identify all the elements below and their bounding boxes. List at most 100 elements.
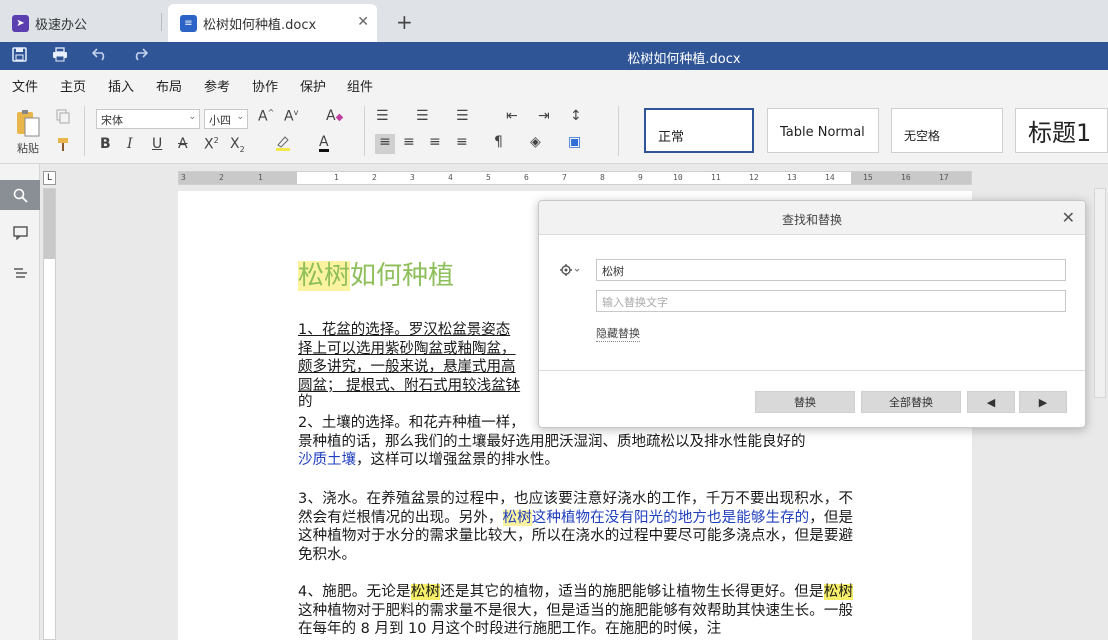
search-match: 松树: [410, 584, 441, 600]
menu-insert[interactable]: 插入: [108, 76, 134, 95]
previous-match-button[interactable]: ◀: [967, 391, 1015, 413]
left-sidebar: [0, 164, 40, 640]
tab-home[interactable]: ➤ 极速办公: [0, 4, 160, 42]
align-left-icon[interactable]: ≡: [375, 134, 395, 154]
chevron-down-icon: ⌄: [236, 112, 244, 122]
italic-icon[interactable]: I: [127, 136, 133, 152]
chevron-down-icon: ⌄: [188, 112, 196, 122]
paragraph-2-text: 景种植的话，那么我们的土壤最好选用肥沃湿润、质地疏松以及排水性能良好的: [298, 433, 806, 450]
dialog-divider: [539, 370, 1085, 371]
copy-icon[interactable]: [55, 108, 71, 128]
strikethrough-icon[interactable]: A: [178, 136, 188, 152]
style-table-normal[interactable]: Table Normal: [767, 108, 879, 153]
shading-icon[interactable]: ◈: [530, 134, 541, 150]
format-painter-icon[interactable]: [55, 136, 71, 156]
highlight-color-icon[interactable]: [274, 134, 294, 156]
font-color-icon[interactable]: A: [319, 134, 329, 152]
vertical-ruler[interactable]: [43, 188, 56, 640]
tab-close-icon[interactable]: ✕: [357, 14, 369, 30]
bullet-list-icon[interactable]: ☰: [376, 108, 389, 124]
heading-rest: 如何种植: [350, 261, 455, 291]
align-center-icon[interactable]: ≡: [403, 134, 415, 150]
next-match-button[interactable]: ▶: [1019, 391, 1067, 413]
ribbon-separator: [84, 106, 85, 156]
add-tab-icon[interactable]: +: [396, 10, 413, 34]
ruler-tick: 11: [711, 173, 721, 182]
paragraph-2-link: 沙质土壤: [298, 452, 356, 468]
ruler-tick: 6: [524, 173, 529, 182]
increase-indent-icon[interactable]: ⇥: [538, 108, 550, 124]
numbered-list-icon[interactable]: ☰: [416, 108, 429, 124]
search-match: 松树: [823, 584, 854, 600]
style-no-spacing[interactable]: 无空格: [891, 108, 1003, 153]
align-right-icon[interactable]: ≡: [429, 134, 441, 150]
ruler-tick: 4: [448, 173, 453, 182]
decrease-indent-icon[interactable]: ⇤: [506, 108, 518, 124]
multilevel-list-icon[interactable]: ☰: [456, 108, 469, 124]
replace-all-button[interactable]: 全部替换: [861, 391, 961, 413]
superscript-icon[interactable]: X2: [204, 136, 219, 153]
style-heading-1[interactable]: 标题1: [1015, 108, 1108, 153]
font-name-value: 宋体: [101, 114, 123, 127]
bold-icon[interactable]: B: [100, 136, 111, 152]
hide-replace-link[interactable]: 隐藏替换: [596, 325, 640, 342]
menu-file[interactable]: 文件: [12, 76, 38, 95]
tab-stop-selector[interactable]: L: [43, 171, 56, 185]
replace-button[interactable]: 替换: [755, 391, 855, 413]
font-size-value: 小四: [209, 114, 231, 127]
search-input[interactable]: 松树: [596, 259, 1066, 281]
tab-document[interactable]: ≡ 松树如何种植.docx ✕: [168, 4, 377, 42]
paragraph-4: 4、施肥。无论是松树还是其它的植物，适当的施肥能够让植物生长得更好。但是松树这种…: [298, 583, 854, 639]
search-match: 松树: [502, 509, 532, 526]
line-spacing-icon[interactable]: ↕: [570, 108, 582, 124]
ruler-tick: 3: [410, 173, 415, 182]
paragraph-3: 3、浇水。在养殖盆景的过程中，也应该要注意好浇水的工作，千万不要出现积水，不然会…: [298, 490, 853, 564]
ruler-tick: 10: [673, 173, 683, 182]
tab-document-label: 松树如何种植.docx: [203, 17, 317, 33]
horizontal-ruler[interactable]: 3 2 1 1 2 3 4 5 6 7 8 9 10 11 12 13 14 1…: [178, 171, 972, 185]
ruler-tick: 7: [562, 173, 567, 182]
subscript-icon[interactable]: X2: [230, 136, 245, 154]
ruler-tick: 5: [486, 173, 491, 182]
underline-icon[interactable]: U: [152, 136, 162, 152]
tab-separator: [161, 13, 162, 31]
comment-icon[interactable]: [0, 218, 40, 248]
justify-icon[interactable]: ≡: [456, 134, 468, 150]
ruler-tick: 9: [638, 173, 643, 182]
ruler-margin-top: [44, 189, 55, 259]
search-icon[interactable]: [0, 180, 40, 210]
ruler-tick: 14: [825, 173, 835, 182]
increase-font-icon[interactable]: A^: [258, 108, 274, 125]
navigation-icon[interactable]: [0, 258, 40, 288]
title-bar: 松树如何种植.docx: [0, 42, 1108, 70]
borders-icon[interactable]: ▣: [568, 134, 581, 150]
menu-layout[interactable]: 布局: [156, 76, 182, 95]
rocket-icon: ➤: [12, 14, 29, 32]
ruler-tick: 15: [863, 173, 873, 182]
paste-label: 粘贴: [17, 142, 39, 155]
dialog-title: 查找和替换: [781, 213, 842, 227]
tab-strip: ➤ 极速办公 ≡ 松树如何种植.docx ✕ +: [0, 0, 1108, 42]
document-title: 松树如何种植.docx: [627, 52, 741, 67]
font-name-select[interactable]: 宋体 ⌄: [96, 109, 200, 129]
clear-format-icon[interactable]: A◆: [326, 108, 343, 124]
paragraph-4-text: 4、施肥。无论是: [298, 584, 411, 600]
menu-plugins[interactable]: 组件: [347, 76, 373, 95]
menu-protect[interactable]: 保护: [300, 76, 326, 95]
vertical-scrollbar[interactable]: [1094, 188, 1106, 398]
menu-collaboration[interactable]: 协作: [252, 76, 278, 95]
decrease-font-icon[interactable]: Av: [284, 108, 298, 125]
font-size-select[interactable]: 小四 ⌄: [204, 109, 248, 129]
document-icon: ≡: [180, 14, 197, 32]
paste-button[interactable]: 粘贴: [12, 108, 44, 156]
paragraph-3-blue-text: 这种植物在没有阳光的地方也是能够生存的: [531, 509, 810, 526]
ruler-tick: 8: [600, 173, 605, 182]
ruler-tick: 16: [901, 173, 911, 182]
replace-input[interactable]: 输入替换文字: [596, 290, 1066, 312]
menu-home[interactable]: 主页: [60, 76, 87, 101]
close-icon[interactable]: ✕: [1062, 208, 1075, 227]
paragraph-mark-icon[interactable]: ¶: [494, 134, 503, 150]
style-normal[interactable]: 正常: [644, 108, 754, 153]
gear-icon[interactable]: [559, 263, 581, 281]
menu-references[interactable]: 参考: [204, 76, 230, 95]
